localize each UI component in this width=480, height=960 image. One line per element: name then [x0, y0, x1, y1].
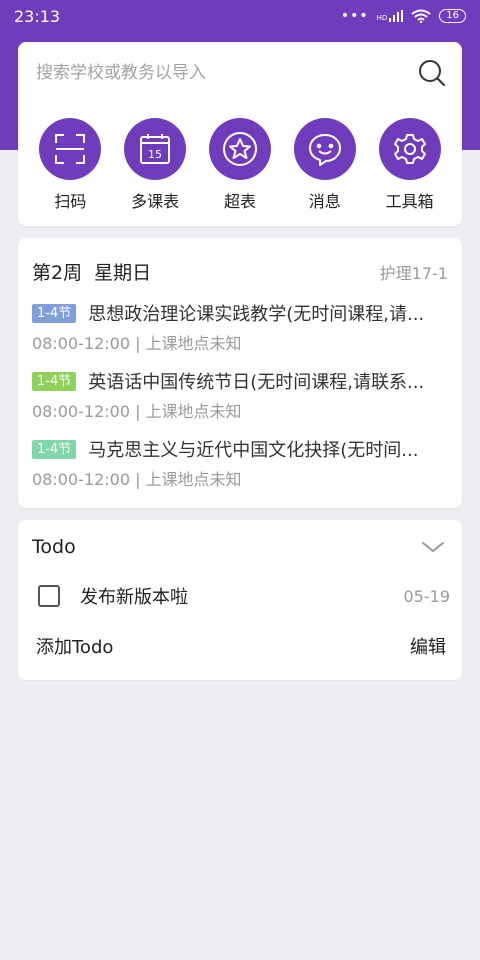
class-name: 护理17-1	[379, 263, 448, 283]
battery-icon: 16	[439, 9, 466, 23]
search-icon[interactable]	[418, 59, 446, 87]
course-name: 马克思主义与近代中国文化抉择(无时间...	[88, 440, 419, 461]
todo-title: Todo	[32, 536, 76, 558]
chevron-down-icon[interactable]	[420, 534, 446, 560]
add-todo-button[interactable]: 添加Todo	[36, 633, 113, 659]
course-item[interactable]: 1-4节 思想政治理论课实践教学(无时间课程,请... 08:00-12:00 …	[32, 300, 446, 360]
signal-label: HD	[376, 14, 388, 22]
todo-header[interactable]: Todo	[32, 532, 446, 562]
star-icon	[222, 132, 257, 166]
dots-icon: •••	[340, 8, 369, 24]
scan-icon	[55, 134, 86, 164]
todo-text: 发布新版本啦	[80, 587, 188, 608]
course-time-location: 08:00-12:00 | 上课地点未知	[32, 402, 242, 421]
todo-date: 05-19	[403, 586, 451, 606]
calendar-icon: 15	[140, 134, 171, 164]
shortcut-messages[interactable]: 消息	[289, 118, 361, 212]
message-icon	[308, 134, 341, 166]
todo-card: Todo 发布新版本啦 05-19 添加Todo 编辑	[18, 520, 462, 680]
shortcut-label: 超表	[223, 192, 256, 211]
course-time-location: 08:00-12:00 | 上课地点未知	[32, 334, 242, 353]
shortcut-toolbox[interactable]: 工具箱	[374, 118, 446, 212]
super-schedule-button[interactable]	[208, 118, 271, 180]
shortcut-label: 工具箱	[385, 192, 434, 211]
course-time-location: 08:00-12:00 | 上课地点未知	[32, 470, 242, 489]
messages-button[interactable]	[293, 118, 356, 180]
gear-icon	[393, 134, 426, 164]
multi-schedule-button[interactable]: 15	[124, 118, 187, 180]
shortcut-label: 多课表	[131, 192, 180, 211]
shortcut-scan[interactable]: 扫码	[34, 118, 106, 212]
calendar-icon-text: 15	[148, 148, 162, 161]
shortcut-row: 扫码 15 多课表 超表 消息 工具箱	[18, 118, 462, 212]
search-input[interactable]	[36, 63, 418, 83]
shortcut-label: 扫码	[54, 192, 87, 211]
status-icons: ••• HD 16	[341, 8, 466, 24]
schedule-header: 第2周 星期日 护理17-1	[32, 258, 448, 285]
todo-footer: 添加Todo 编辑	[36, 632, 446, 660]
todo-checkbox[interactable]	[38, 585, 60, 607]
course-item[interactable]: 1-4节 英语话中国传统节日(无时间课程,请联系... 08:00-12:00 …	[32, 368, 446, 428]
course-name: 思想政治理论课实践教学(无时间课程,请...	[88, 304, 425, 325]
course-period-badge: 1-4节	[32, 439, 77, 459]
search-bar	[36, 56, 446, 90]
shortcut-super-schedule[interactable]: 超表	[204, 118, 276, 212]
wifi-icon	[411, 9, 431, 23]
search-card: 扫码 15 多课表 超表	[18, 42, 462, 226]
toolbox-button[interactable]	[378, 118, 441, 180]
today-schedule-card[interactable]: 第2周 星期日 护理17-1 1-4节 思想政治理论课实践教学(无时间课程,请.…	[18, 238, 462, 508]
edit-todo-button[interactable]: 编辑	[410, 633, 446, 659]
signal-icon: HD	[377, 10, 404, 22]
course-period-badge: 1-4节	[32, 303, 77, 323]
status-time: 23:13	[14, 6, 61, 26]
week-day-title: 第2周 星期日	[32, 262, 152, 284]
shortcut-multi-schedule[interactable]: 15 多课表	[119, 118, 191, 212]
shortcut-label: 消息	[308, 192, 341, 211]
status-bar: 23:13 ••• HD 16	[0, 0, 480, 32]
scan-button[interactable]	[39, 118, 102, 180]
course-item[interactable]: 1-4节 马克思主义与近代中国文化抉择(无时间... 08:00-12:00 |…	[32, 436, 446, 496]
course-name: 英语话中国传统节日(无时间课程,请联系...	[88, 372, 425, 393]
course-period-badge: 1-4节	[32, 371, 77, 391]
todo-item[interactable]: 发布新版本啦 05-19	[38, 582, 450, 610]
